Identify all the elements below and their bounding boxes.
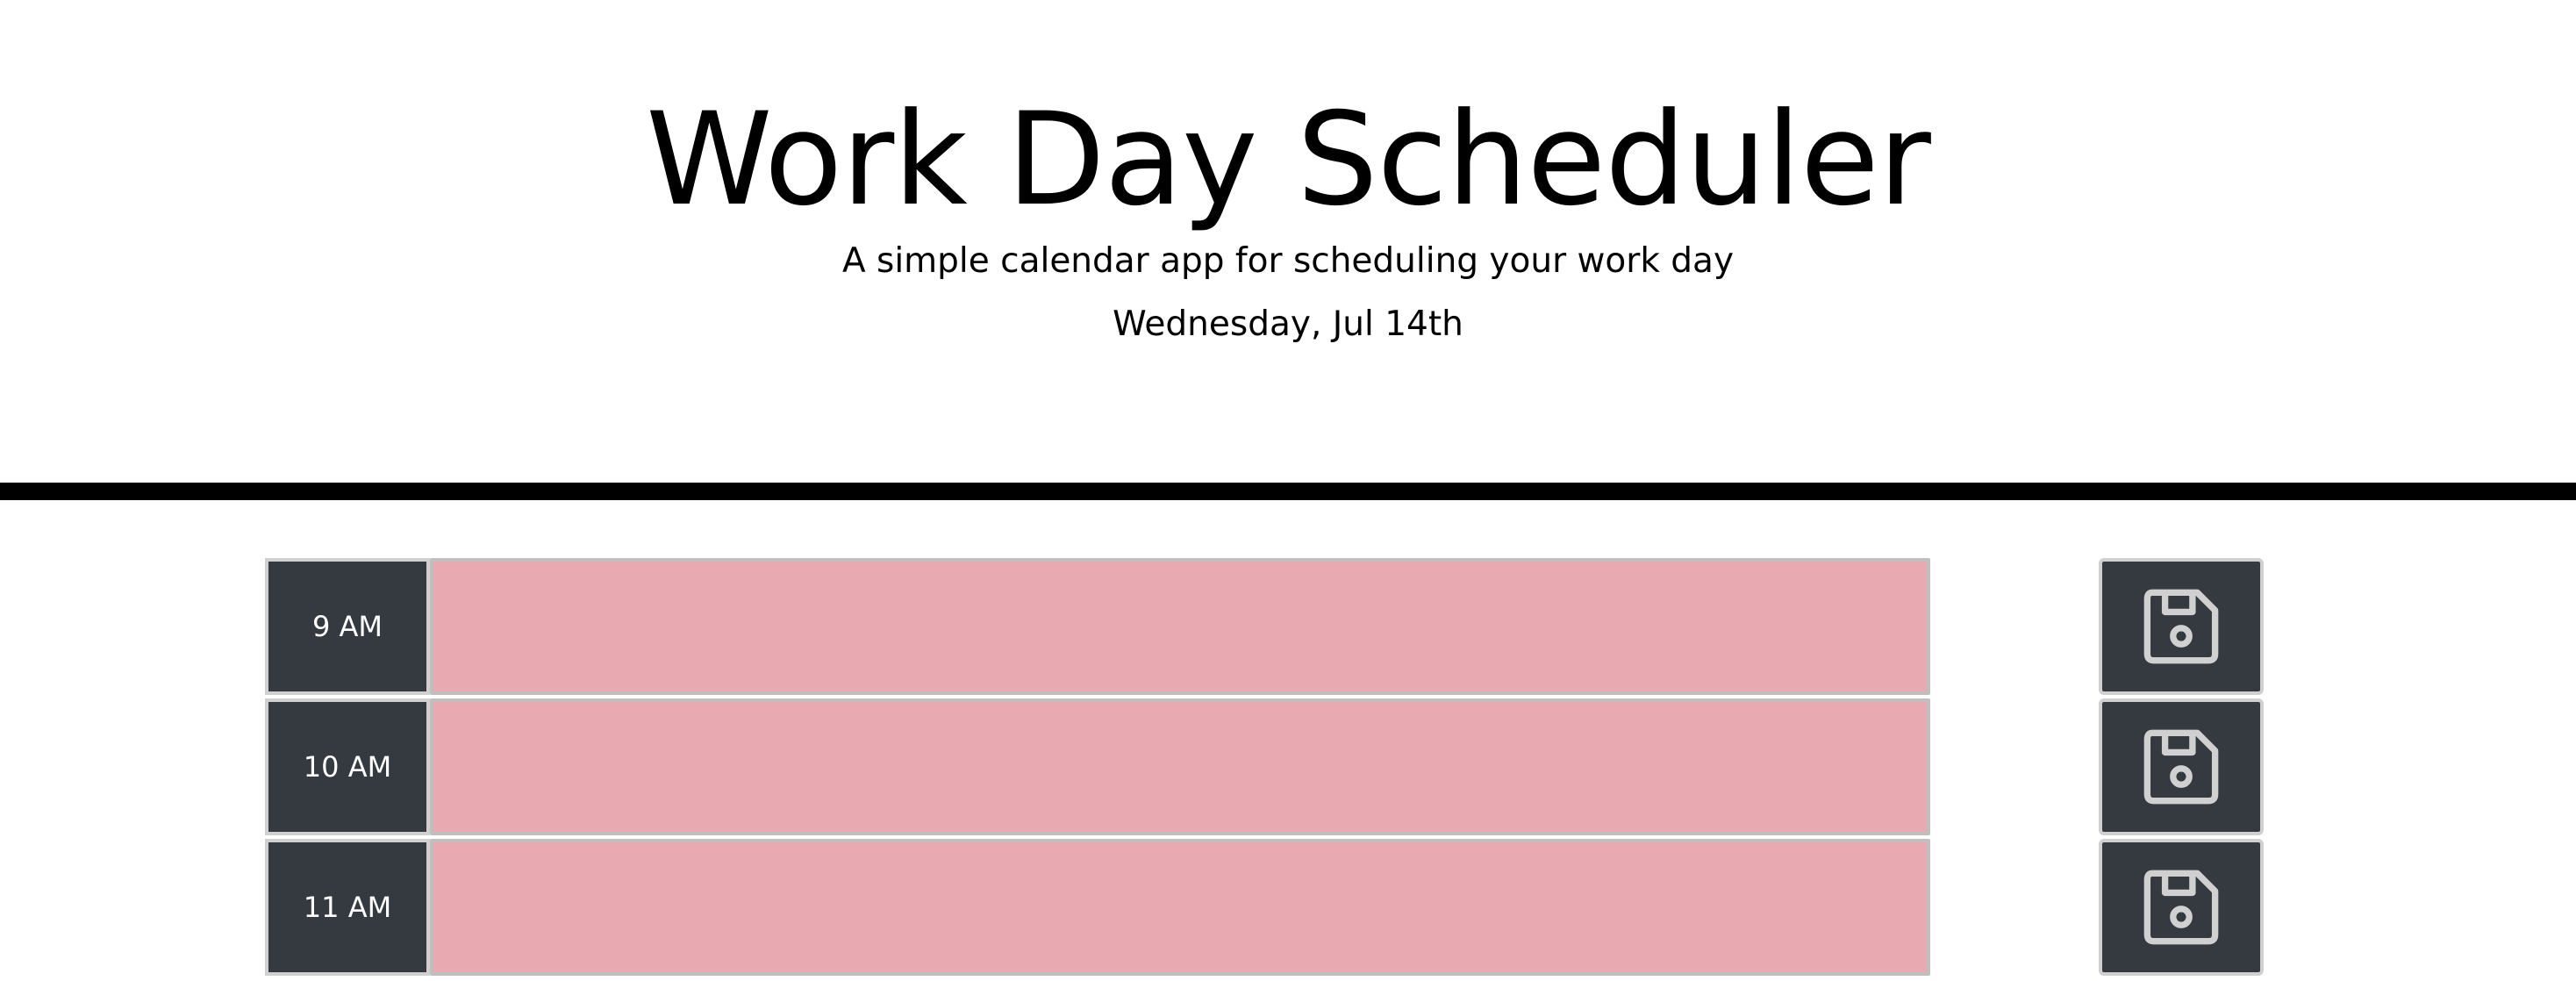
save-button[interactable] (2099, 698, 2264, 835)
page-title: Work Day Scheduler (646, 85, 1931, 234)
hour-label: 11 AM (265, 839, 430, 976)
current-date: Wednesday, Jul 14th (1113, 304, 1463, 344)
hour-label: 9 AM (265, 558, 430, 695)
description-input[interactable] (433, 702, 1927, 832)
floppy-disk-icon (2143, 589, 2219, 664)
description-input[interactable] (433, 562, 1927, 691)
save-button[interactable] (2099, 558, 2264, 695)
description-cell (430, 558, 1930, 695)
time-block-row: 11 AM (265, 839, 2264, 976)
floppy-disk-icon (2143, 729, 2219, 805)
schedule-container: 9 AM 10 AM 11 AM (265, 558, 2264, 979)
header-divider (0, 483, 2576, 500)
description-cell (430, 698, 1930, 835)
time-block-row: 9 AM (265, 558, 2264, 695)
description-input[interactable] (433, 842, 1927, 972)
time-block-row: 10 AM (265, 698, 2264, 835)
page-subtitle: A simple calendar app for scheduling you… (841, 241, 1735, 281)
hour-label: 10 AM (265, 698, 430, 835)
floppy-disk-icon (2143, 870, 2219, 945)
description-cell (430, 839, 1930, 976)
header: Work Day Scheduler A simple calendar app… (0, 0, 2576, 483)
save-button[interactable] (2099, 839, 2264, 976)
